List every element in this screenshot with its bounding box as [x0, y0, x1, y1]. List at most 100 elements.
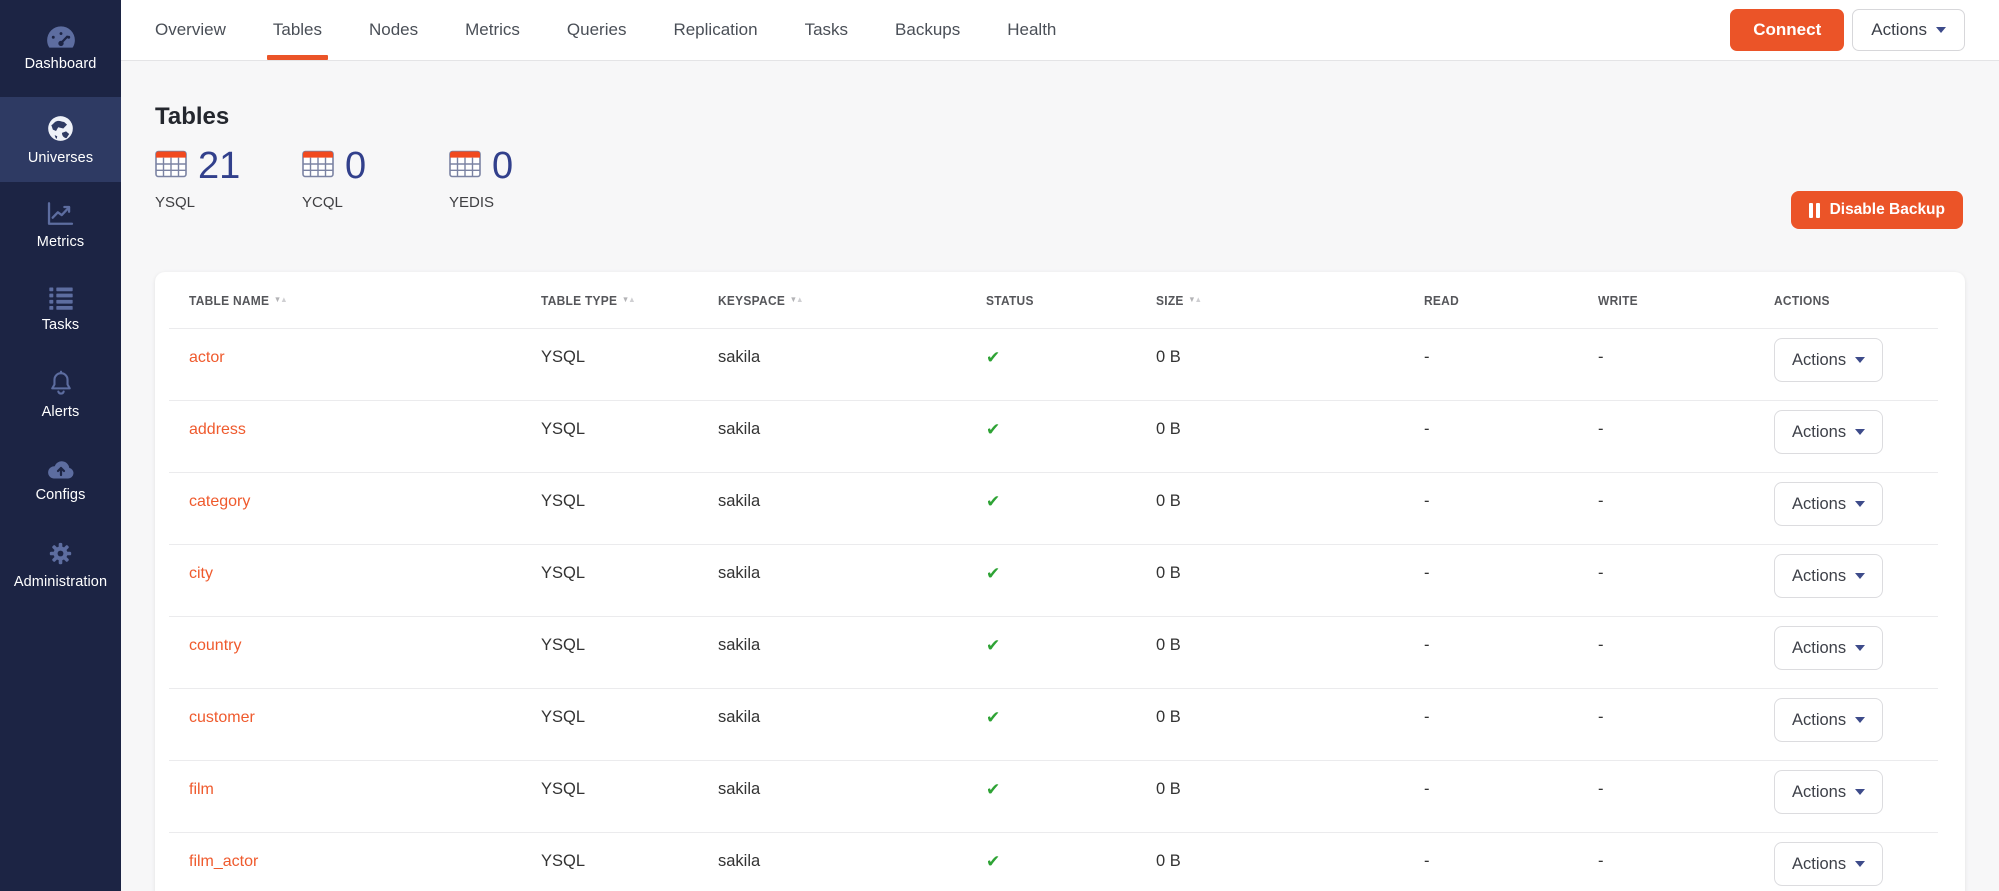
table-row: country YSQL sakila ✔ 0 B - - Actions — [155, 616, 1965, 688]
row-actions-button[interactable]: Actions — [1774, 482, 1883, 526]
yedis-label: YEDIS — [449, 194, 596, 211]
table-name-link[interactable]: actor — [189, 349, 225, 366]
stat-ycql: 0 YCQL — [302, 147, 449, 239]
tab-metrics[interactable]: Metrics — [465, 0, 520, 60]
sidebar-item-tasks[interactable]: Tasks — [0, 267, 121, 352]
size-cell: 0 B — [1156, 832, 1424, 871]
read-cell: - — [1424, 472, 1598, 511]
globe-icon — [46, 114, 75, 143]
table-name-link[interactable]: customer — [189, 709, 255, 726]
sidebar-item-label: Universes — [28, 150, 93, 166]
chevron-down-icon — [1855, 789, 1865, 795]
connect-button[interactable]: Connect — [1730, 9, 1844, 51]
sidebar-item-label: Alerts — [42, 404, 80, 420]
col-header-read: READ — [1424, 293, 1584, 308]
write-cell: - — [1598, 400, 1774, 439]
keyspace-cell: sakila — [718, 760, 986, 799]
ysql-count: 21 — [198, 147, 240, 185]
status-ok-icon: ✔ — [986, 348, 1000, 367]
sidebar-item-configs[interactable]: Configs — [0, 437, 121, 522]
stat-yedis: 0 YEDIS — [449, 147, 596, 239]
table-name-link[interactable]: city — [189, 565, 213, 582]
sidebar-item-administration[interactable]: Administration — [0, 522, 121, 607]
row-actions-button[interactable]: Actions — [1774, 554, 1883, 598]
chevron-down-icon — [1855, 429, 1865, 435]
sidebar-item-label: Dashboard — [25, 56, 97, 72]
size-cell: 0 B — [1156, 400, 1424, 439]
write-cell: - — [1598, 328, 1774, 367]
tab-backups[interactable]: Backups — [895, 0, 960, 60]
status-ok-icon: ✔ — [986, 420, 1000, 439]
keyspace-cell: sakila — [718, 472, 986, 511]
table-type-cell: YSQL — [541, 328, 718, 367]
row-actions-button[interactable]: Actions — [1774, 842, 1883, 886]
page-title: Tables — [155, 103, 1965, 131]
sidebar-item-metrics[interactable]: Metrics — [0, 182, 121, 267]
col-header-size[interactable]: SIZE ▼▲ — [1156, 293, 1403, 308]
sidebar-item-universes[interactable]: Universes — [0, 97, 121, 182]
read-cell: - — [1424, 688, 1598, 727]
table-type-cell: YSQL — [541, 760, 718, 799]
pause-icon — [1809, 203, 1820, 218]
ycql-label: YCQL — [302, 194, 449, 211]
table-type-cell: YSQL — [541, 688, 718, 727]
sidebar-item-dashboard[interactable]: Dashboard — [0, 0, 121, 97]
disable-backup-button[interactable]: Disable Backup — [1791, 191, 1963, 229]
chevron-down-icon — [1855, 573, 1865, 579]
tab-queries[interactable]: Queries — [567, 0, 627, 60]
tab-health[interactable]: Health — [1007, 0, 1056, 60]
table-name-link[interactable]: country — [189, 637, 241, 654]
row-actions-button[interactable]: Actions — [1774, 770, 1883, 814]
sidebar-item-label: Administration — [14, 574, 107, 590]
status-ok-icon: ✔ — [986, 780, 1000, 799]
table-name-link[interactable]: film — [189, 781, 214, 798]
col-header-status: STATUS — [986, 293, 1142, 308]
chevron-down-icon — [1855, 645, 1865, 651]
tab-replication[interactable]: Replication — [673, 0, 757, 60]
row-actions-button[interactable]: Actions — [1774, 338, 1883, 382]
read-cell: - — [1424, 400, 1598, 439]
read-cell: - — [1424, 616, 1598, 655]
tab-nodes[interactable]: Nodes — [369, 0, 418, 60]
row-actions-button[interactable]: Actions — [1774, 626, 1883, 670]
col-header-table-name[interactable]: TABLE NAME ▼▲ — [189, 293, 513, 308]
keyspace-cell: sakila — [718, 688, 986, 727]
table-name-link[interactable]: film_actor — [189, 853, 258, 870]
sidebar-item-alerts[interactable]: Alerts — [0, 352, 121, 437]
table-row: category YSQL sakila ✔ 0 B - - Actions — [155, 472, 1965, 544]
status-ok-icon: ✔ — [986, 564, 1000, 583]
size-cell: 0 B — [1156, 760, 1424, 799]
sidebar: Dashboard Universes Metrics — [0, 0, 121, 891]
row-actions-button[interactable]: Actions — [1774, 410, 1883, 454]
col-header-keyspace[interactable]: KEYSPACE ▼▲ — [718, 293, 965, 308]
disable-backup-label: Disable Backup — [1830, 201, 1945, 219]
read-cell: - — [1424, 760, 1598, 799]
chevron-down-icon — [1855, 717, 1865, 723]
table-row: film YSQL sakila ✔ 0 B - - Actions — [155, 760, 1965, 832]
tab-tasks[interactable]: Tasks — [805, 0, 848, 60]
table-header-row: TABLE NAME ▼▲ TABLE TYPE ▼▲ KEYSPACE ▼▲ … — [155, 272, 1965, 328]
sort-icon: ▼▲ — [622, 296, 635, 304]
sidebar-item-label: Tasks — [42, 317, 80, 333]
universe-actions-button[interactable]: Actions — [1852, 9, 1965, 51]
gear-icon — [47, 540, 74, 567]
table-name-link[interactable]: category — [189, 493, 250, 510]
universe-actions-label: Actions — [1871, 20, 1927, 40]
write-cell: - — [1598, 544, 1774, 583]
table-type-cell: YSQL — [541, 400, 718, 439]
tab-tables[interactable]: Tables — [273, 0, 322, 60]
tab-overview[interactable]: Overview — [155, 0, 226, 60]
col-header-table-type[interactable]: TABLE TYPE ▼▲ — [541, 293, 704, 308]
table-name-link[interactable]: address — [189, 421, 246, 438]
chevron-down-icon — [1855, 861, 1865, 867]
yedis-count: 0 — [492, 147, 513, 185]
table-row: address YSQL sakila ✔ 0 B - - Actions — [155, 400, 1965, 472]
ysql-label: YSQL — [155, 194, 302, 211]
write-cell: - — [1598, 616, 1774, 655]
keyspace-cell: sakila — [718, 544, 986, 583]
chevron-down-icon — [1855, 501, 1865, 507]
size-cell: 0 B — [1156, 544, 1424, 583]
size-cell: 0 B — [1156, 472, 1424, 511]
table-icon — [302, 150, 334, 183]
row-actions-button[interactable]: Actions — [1774, 698, 1883, 742]
